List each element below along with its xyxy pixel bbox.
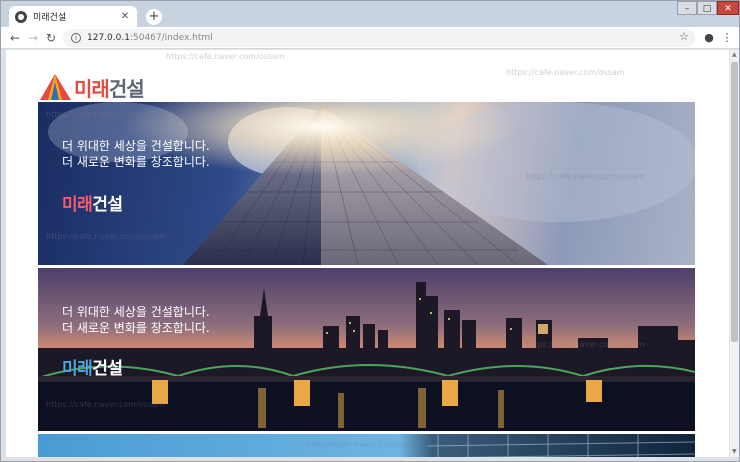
tab-active[interactable]: 미래건설 ✕ <box>9 6 137 27</box>
new-tab-button[interactable]: + <box>146 9 162 25</box>
logo-triangle-icon <box>40 74 71 100</box>
banner1-brand: 미래건설 <box>62 190 123 215</box>
browser-window: 미래건설 ✕ + – □ ✕ ← → ↻ i 127.0.0.1:50467/i… <box>0 0 740 462</box>
banner1-line2: 더 새로운 변화를 창조합니다. <box>62 155 210 169</box>
banner1-brand-geonseol: 건설 <box>92 195 123 215</box>
forward-icon[interactable]: → <box>25 30 41 46</box>
close-window-button[interactable]: ✕ <box>717 1 739 15</box>
watermark-text: https://cafe.naver.com/ossam <box>506 68 625 77</box>
banner2-line1: 더 위대한 세상을 건설합니다. <box>62 305 210 319</box>
toolbar: ← → ↻ i 127.0.0.1:50467/index.html ☆ ● ⋮ <box>1 27 739 49</box>
minimize-button[interactable]: – <box>677 1 697 15</box>
banner2-brand-geonseol: 건설 <box>92 359 123 379</box>
maximize-button[interactable]: □ <box>697 1 717 15</box>
tab-strip: 미래건설 ✕ + – □ ✕ <box>1 1 739 27</box>
url-text: 127.0.0.1:50467/index.html <box>87 33 213 43</box>
banner-skyline: 더 위대한 세상을 건설합니다. 더 새로운 변화를 창조합니다. 미래건설 <box>38 268 695 431</box>
star-icon[interactable]: ☆ <box>679 30 689 43</box>
banner1-line1: 더 위대한 세상을 건설합니다. <box>62 139 210 153</box>
banner2-brand: 미래건설 <box>62 354 123 379</box>
banner-building <box>38 434 695 457</box>
url-path: :50467/index.html <box>129 33 213 43</box>
info-icon[interactable]: i <box>71 33 81 43</box>
menu-icon[interactable]: ⋮ <box>719 30 735 46</box>
close-icon[interactable]: ✕ <box>119 11 131 22</box>
banner2-line2: 더 새로운 변화를 창조합니다. <box>62 321 210 335</box>
back-icon[interactable]: ← <box>7 30 23 46</box>
skyline-image <box>38 282 695 431</box>
scroll-up-icon[interactable]: ▲ <box>732 51 738 59</box>
pyramid-image <box>38 102 695 265</box>
account-icon[interactable]: ● <box>701 30 717 46</box>
site-logo[interactable]: 미래건설 <box>40 72 145 102</box>
url-host: 127.0.0.1 <box>87 33 130 43</box>
address-bar[interactable]: i 127.0.0.1:50467/index.html ☆ <box>63 29 695 47</box>
scroll-down-icon[interactable]: ▼ <box>732 448 738 456</box>
reload-icon[interactable]: ↻ <box>43 30 59 46</box>
page-viewport: 미래건설 더 위대한 세상을 건설합니다. 더 새로운 변화를 창조합니다. 미… <box>6 50 729 457</box>
banner2-brand-mirae: 미래 <box>62 359 93 379</box>
tab-title: 미래건설 <box>33 13 67 23</box>
logo-text-mirae: 미래 <box>74 76 110 101</box>
banner1-brand-mirae: 미래 <box>62 195 93 215</box>
banner-pyramid: 더 위대한 세상을 건설합니다. 더 새로운 변화를 창조합니다. 미래건설 <box>38 102 695 265</box>
watermark-text: https://cafe.naver.com/ossam <box>166 52 285 61</box>
globe-icon <box>15 10 27 23</box>
building-image <box>427 434 695 457</box>
scroll-thumb[interactable] <box>731 62 738 342</box>
vertical-scrollbar[interactable]: ▲ ▼ <box>729 50 739 457</box>
logo-text-geonseol: 건설 <box>108 76 145 101</box>
